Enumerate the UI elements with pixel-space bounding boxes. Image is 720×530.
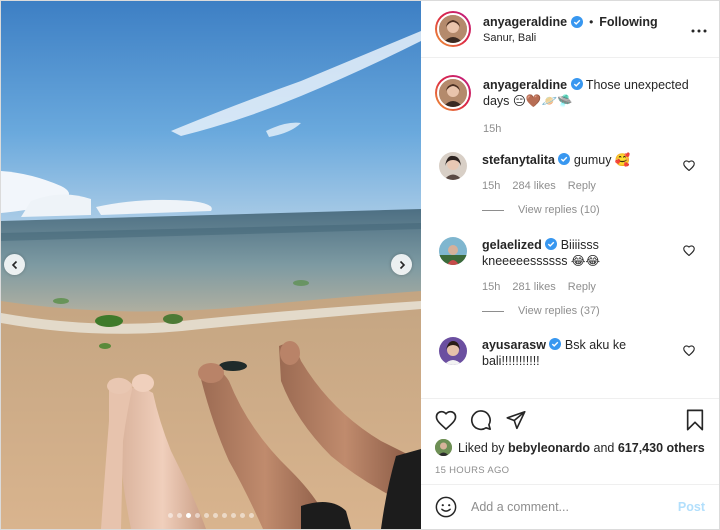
verified-badge-icon <box>545 238 558 250</box>
heart-icon <box>683 345 695 357</box>
heart-icon <box>683 245 695 257</box>
carousel-dot <box>213 513 218 518</box>
commenter-avatar[interactable] <box>439 152 467 180</box>
view-replies-label: View replies (10) <box>518 204 600 216</box>
comment-likes[interactable]: 284 likes <box>512 180 555 192</box>
commenter-avatar[interactable] <box>439 237 467 265</box>
comment-icon[interactable] <box>470 409 492 431</box>
more-horizontal-icon <box>691 29 707 33</box>
separator-dot: • <box>589 14 594 29</box>
post-timestamp[interactable]: 15 HOURS AGO <box>435 465 705 476</box>
chevron-right-icon <box>399 260 405 269</box>
liker-username[interactable]: bebyleonardo <box>508 441 590 455</box>
post-photo[interactable] <box>1 1 421 529</box>
heart-icon[interactable] <box>435 410 457 430</box>
commenter-username[interactable]: ayusarasw <box>482 338 546 352</box>
verified-badge-icon <box>570 78 583 90</box>
likes-and: and <box>593 440 615 455</box>
comments-list[interactable]: anyageraldine Those unexpected days 😑🤎🪐🛸… <box>421 58 719 398</box>
like-comment-button[interactable] <box>683 160 695 174</box>
following-button[interactable]: Following <box>599 15 657 29</box>
replies-divider <box>482 310 504 312</box>
caption-text-block: anyageraldine Those unexpected days 😑🤎🪐🛸 <box>483 75 693 111</box>
carousel-dot <box>168 513 173 518</box>
likes-others[interactable]: 617,430 others <box>618 441 705 455</box>
carousel-dot <box>231 513 236 518</box>
reply-button[interactable]: Reply <box>568 180 596 192</box>
likes-summary: Liked by bebyleonardo and 617,430 others <box>435 439 705 456</box>
post-actions-section: Liked by bebyleonardo and 617,430 others… <box>421 398 719 484</box>
carousel-dot <box>186 513 191 518</box>
reply-button[interactable]: Reply <box>568 281 596 293</box>
post-dialog: anyageraldine • Following Sanur, Bali an… <box>0 0 720 530</box>
liker-avatar[interactable] <box>435 439 452 456</box>
comment-time[interactable]: 15h <box>482 180 500 192</box>
carousel-dot <box>222 513 227 518</box>
caption-time[interactable]: 15h <box>483 123 705 135</box>
add-comment-section: Post <box>421 484 719 529</box>
comment-item: ayusarasw Bsk aku ke bali!!!!!!!!!!! <box>435 337 705 369</box>
caption-avatar[interactable] <box>435 75 471 111</box>
post-side-panel: anyageraldine • Following Sanur, Bali an… <box>421 1 719 529</box>
comment-item: stefanytalita gumuy 🥰 15h 284 likes Repl… <box>435 152 705 192</box>
post-caption: anyageraldine Those unexpected days 😑🤎🪐🛸 <box>435 75 705 111</box>
previous-photo-button[interactable] <box>4 254 25 275</box>
beach-photo <box>1 1 421 529</box>
carousel-dot <box>240 513 245 518</box>
commenter-username[interactable]: gelaelized <box>482 238 542 252</box>
carousel-indicator <box>1 513 421 518</box>
carousel-dot <box>195 513 200 518</box>
verified-badge-icon <box>571 15 584 28</box>
next-photo-button[interactable] <box>391 254 412 275</box>
like-comment-button[interactable] <box>683 245 695 259</box>
post-header: anyageraldine • Following Sanur, Bali <box>421 1 719 58</box>
more-options-button[interactable] <box>691 21 707 37</box>
bookmark-icon[interactable] <box>685 409 705 431</box>
carousel-dot <box>177 513 182 518</box>
comment-time[interactable]: 15h <box>482 281 500 293</box>
replies-divider <box>482 209 504 211</box>
heart-icon <box>683 160 695 172</box>
carousel-dot <box>204 513 209 518</box>
post-location[interactable]: Sanur, Bali <box>483 32 658 44</box>
chevron-left-icon <box>11 260 17 269</box>
commenter-avatar[interactable] <box>439 337 467 365</box>
commenter-username[interactable]: stefanytalita <box>482 153 555 167</box>
comment-likes[interactable]: 281 likes <box>512 281 555 293</box>
post-comment-button[interactable]: Post <box>678 500 705 514</box>
verified-badge-icon <box>558 153 571 165</box>
comment-item: gelaelized Biiiisss kneeeeessssss 😂😂 15h… <box>435 237 705 293</box>
verified-badge-icon <box>549 338 562 350</box>
comment-input[interactable] <box>471 500 678 514</box>
view-replies-label: View replies (37) <box>518 305 600 317</box>
author-username[interactable]: anyageraldine <box>483 15 567 29</box>
emoji-icon[interactable] <box>435 496 457 518</box>
likes-prefix: Liked by <box>458 440 505 455</box>
share-icon[interactable] <box>505 410 527 431</box>
author-avatar[interactable] <box>435 11 471 47</box>
carousel-dot <box>249 513 254 518</box>
view-replies-button[interactable]: View replies (10) <box>482 204 705 216</box>
view-replies-button[interactable]: View replies (37) <box>482 305 705 317</box>
like-comment-button[interactable] <box>683 345 695 359</box>
caption-username[interactable]: anyageraldine <box>483 78 567 92</box>
action-bar <box>435 399 705 439</box>
comment-text: gumuy 🥰 <box>573 153 631 167</box>
